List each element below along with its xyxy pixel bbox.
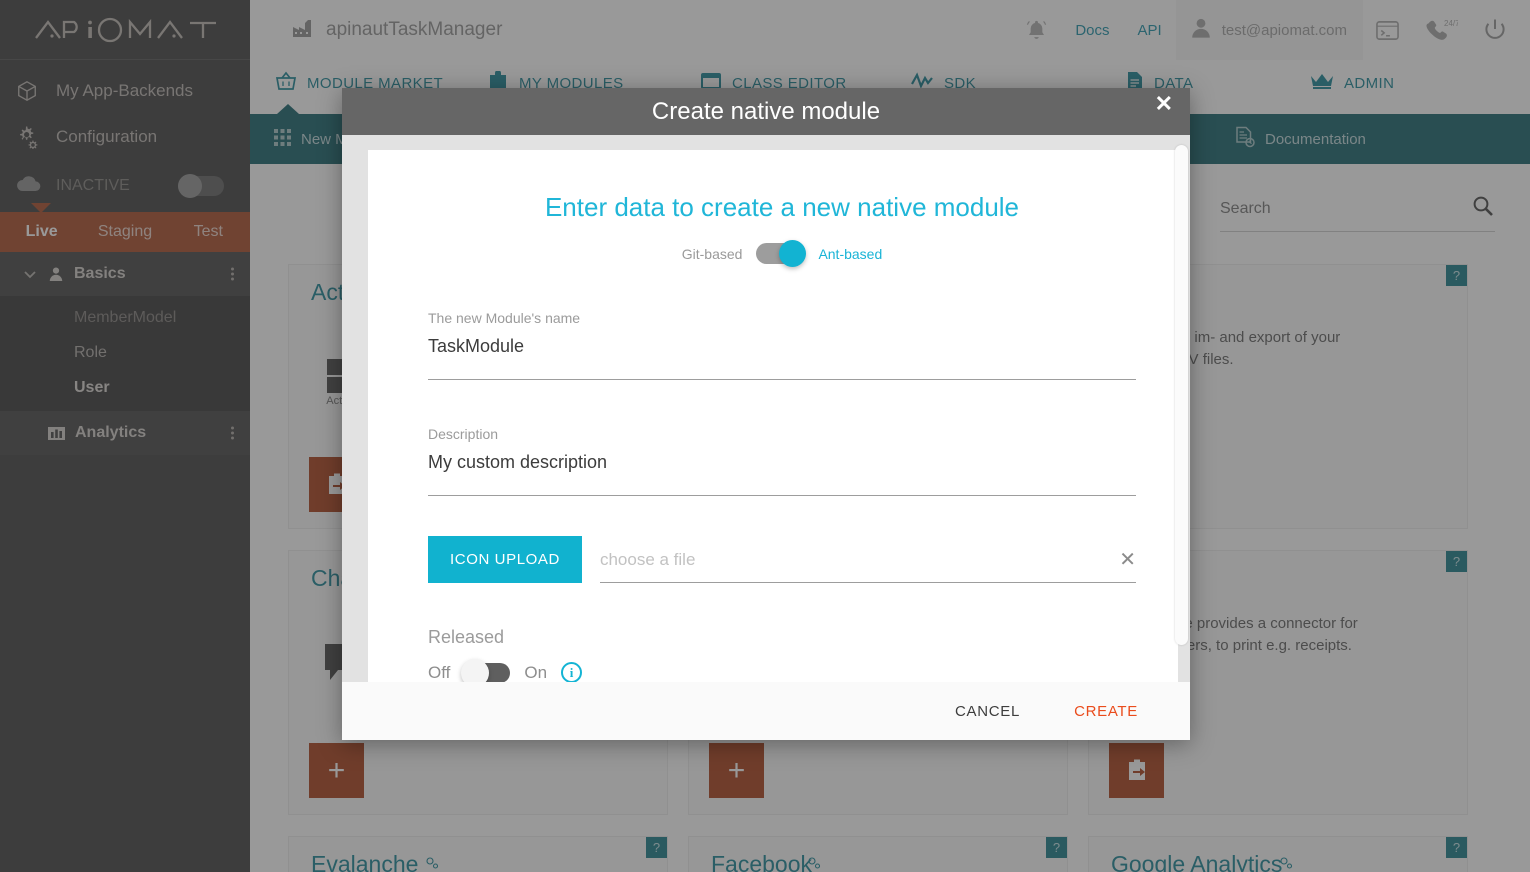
icon-upload-button[interactable]: ICON UPLOAD [428,536,582,583]
ant-based-label: Ant-based [818,245,883,262]
dialog-title: Create native module [651,97,881,125]
file-placeholder: choose a file [599,549,696,569]
build-mode-toggle[interactable] [756,240,807,267]
description-field[interactable]: Description My custom description [428,426,1136,496]
cancel-button[interactable]: CANCEL [955,703,1020,720]
create-button[interactable]: CREATE [1074,703,1138,720]
released-label: Released [428,627,505,647]
file-input-wrapper[interactable]: choose a file ✕ [599,547,1136,583]
scrollbar-thumb[interactable] [1175,145,1188,645]
dialog-body: Enter data to create a new native module… [342,135,1190,682]
field-label: Description [428,426,499,442]
dialog-scrollbar[interactable] [1175,145,1188,645]
dialog-form: Enter data to create a new native module… [368,150,1178,682]
toggle-knob [779,240,807,267]
create-native-module-dialog: Create native module ✕ Enter data to cre… [342,88,1190,740]
released-off-label: Off [428,662,451,682]
dialog-heading: Enter data to create a new native module [544,192,1020,222]
module-name-field[interactable]: The new Module's name TaskModule [428,310,1136,380]
icon-upload-row: ICON UPLOAD choose a file ✕ [428,536,1136,583]
released-toggle[interactable] [461,658,511,682]
close-icon[interactable]: ✕ [1155,93,1173,115]
toggle-knob [461,658,490,682]
dialog-footer: CANCEL CREATE [342,682,1190,740]
info-icon[interactable]: i [561,662,583,682]
dialog-header: Create native module ✕ [342,88,1190,135]
released-block: Released Off On i [428,627,1136,682]
build-mode-switch-row: Git-based Ant-based [428,240,1136,267]
module-name-input[interactable]: TaskModule [428,326,1136,380]
git-based-label: Git-based [681,245,743,262]
released-switch-row: Off On i [428,658,1136,682]
description-input[interactable]: My custom description [428,442,1136,496]
released-on-label: On [524,662,548,682]
clear-file-icon[interactable]: ✕ [1119,547,1136,572]
field-label: The new Module's name [428,310,581,326]
